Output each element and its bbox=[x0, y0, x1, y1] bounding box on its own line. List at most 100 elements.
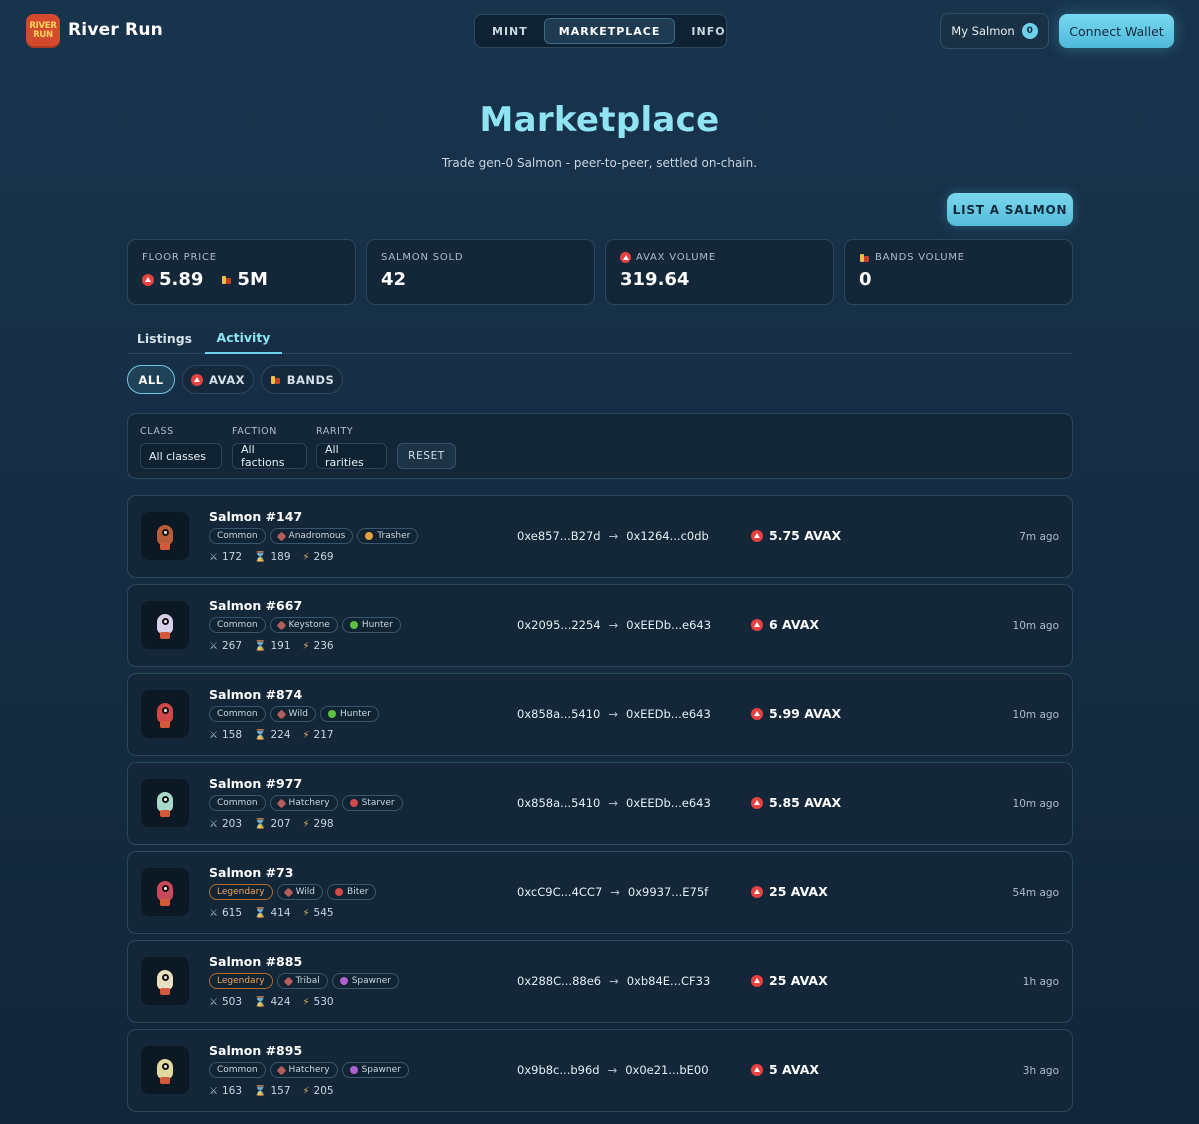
salmon-stats: ⚔ 615 ⌛ 414 ⚡ 545 bbox=[209, 907, 334, 919]
activity-row[interactable]: Salmon #73 Legendary Wild Biter ⚔ 615 ⌛ 414 ⚡ 545… bbox=[127, 851, 1073, 934]
avax-icon bbox=[751, 529, 763, 542]
activity-row[interactable]: Salmon #874 Common Wild Hunter ⚔ 158 ⌛ 224 ⚡ 217 0… bbox=[127, 673, 1073, 756]
filter-all-chip[interactable]: ALL bbox=[127, 365, 175, 394]
filter-bands-chip[interactable]: BANDS bbox=[261, 365, 343, 394]
faction-label: Hatchery bbox=[288, 798, 330, 808]
nav-marketplace[interactable]: MARKETPLACE bbox=[543, 18, 676, 44]
to-address[interactable]: 0xEEDb...e643 bbox=[626, 796, 711, 810]
to-address[interactable]: 0x1264...c0db bbox=[626, 529, 709, 543]
to-address[interactable]: 0x0e21...bE00 bbox=[625, 1063, 708, 1077]
salmon-avatar[interactable] bbox=[141, 779, 189, 827]
salmon-name[interactable]: Salmon #667 bbox=[209, 598, 302, 613]
filter-avax-label: AVAX bbox=[208, 372, 245, 387]
to-address[interactable]: 0xEEDb...e643 bbox=[626, 707, 711, 721]
reset-filters-button[interactable]: RESET bbox=[397, 443, 456, 469]
activity-row[interactable]: Salmon #895 Common Hatchery Spawner ⚔ 163 ⌛ 157… bbox=[127, 1029, 1073, 1112]
salmon-avatar[interactable] bbox=[141, 1046, 189, 1094]
faction-filter-select[interactable]: All factions bbox=[232, 443, 307, 469]
salmon-stats: ⚔ 503 ⌛ 424 ⚡ 530 bbox=[209, 996, 334, 1008]
main-nav: MINT MARKETPLACE INFO bbox=[474, 14, 727, 48]
arrow-right-icon: → bbox=[609, 974, 619, 988]
to-address[interactable]: 0x9937...E75f bbox=[628, 885, 708, 899]
sale-time: 10m ago bbox=[1012, 620, 1059, 632]
nav-mint[interactable]: MINT bbox=[478, 18, 542, 44]
energy-stat: ⚡ 217 bbox=[303, 729, 334, 741]
bands-icon bbox=[270, 374, 281, 385]
hourglass-icon: ⌛ bbox=[254, 729, 267, 741]
time-value: 414 bbox=[270, 907, 291, 919]
faction-filter-label: FACTION bbox=[232, 426, 277, 437]
rarity-filter-select[interactable]: All rarities bbox=[316, 443, 387, 469]
salmon-name[interactable]: Salmon #874 bbox=[209, 687, 302, 702]
attack-stat: ⚔ 503 bbox=[209, 996, 242, 1008]
faction-icon bbox=[276, 709, 286, 719]
from-address[interactable]: 0xcC9C...4CC7 bbox=[517, 885, 602, 899]
salmon-tags: Legendary Tribal Spawner bbox=[209, 973, 399, 989]
sale-time: 3h ago bbox=[1022, 1065, 1059, 1077]
list-a-salmon-button[interactable]: LIST A SALMON bbox=[947, 193, 1073, 226]
attack-value: 158 bbox=[221, 729, 243, 741]
salmon-avatar[interactable] bbox=[141, 512, 189, 560]
rarity-tag: Common bbox=[209, 617, 266, 633]
swords-icon: ⚔ bbox=[209, 996, 218, 1008]
lightning-icon: ⚡ bbox=[302, 996, 310, 1008]
bands-icon bbox=[859, 252, 870, 263]
sale-price: 5.99 AVAX bbox=[751, 706, 841, 721]
salmon-name[interactable]: Salmon #977 bbox=[209, 776, 302, 791]
hourglass-icon: ⌛ bbox=[254, 818, 267, 830]
salmon-avatar[interactable] bbox=[141, 601, 189, 649]
from-address[interactable]: 0xe857...B27d bbox=[517, 529, 601, 543]
faction-tag: Tribal bbox=[276, 973, 328, 989]
salmon-name[interactable]: Salmon #73 bbox=[209, 865, 293, 880]
salmon-avatar[interactable] bbox=[141, 690, 189, 738]
energy-stat: ⚡ 236 bbox=[303, 640, 334, 652]
hourglass-icon: ⌛ bbox=[254, 1085, 267, 1097]
my-salmon-button[interactable]: My Salmon 0 bbox=[940, 13, 1049, 49]
energy-stat: ⚡ 530 bbox=[303, 996, 334, 1008]
avax-volume-card: AVAX VOLUME 319.64 bbox=[605, 239, 834, 305]
salmon-name[interactable]: Salmon #895 bbox=[209, 1043, 302, 1058]
activity-row[interactable]: Salmon #667 Common Keystone Hunter ⚔ 267 ⌛ 191 ⚡… bbox=[127, 584, 1073, 667]
attack-value: 615 bbox=[221, 907, 243, 919]
from-address[interactable]: 0x2095...2254 bbox=[517, 618, 601, 632]
salmon-sold-card: SALMON SOLD 42 bbox=[366, 239, 595, 305]
hourglass-icon: ⌛ bbox=[254, 551, 267, 563]
river-run-logo[interactable]: RIVER RUN bbox=[26, 14, 60, 48]
arrow-right-icon: → bbox=[608, 618, 619, 632]
transfer-addresses: 0xe857...B27d → 0x1264...c0db bbox=[517, 529, 709, 543]
to-address[interactable]: 0xEEDb...e643 bbox=[626, 618, 711, 632]
from-address[interactable]: 0x858a...5410 bbox=[517, 707, 600, 721]
class-icon bbox=[349, 1066, 358, 1074]
tab-listings[interactable]: Listings bbox=[127, 322, 202, 354]
nav-info[interactable]: INFO bbox=[677, 18, 739, 44]
connect-wallet-button[interactable]: Connect Wallet bbox=[1059, 14, 1174, 48]
from-address[interactable]: 0x288C...88e6 bbox=[517, 974, 601, 988]
class-tag: Hunter bbox=[341, 617, 401, 633]
activity-row[interactable]: Salmon #885 Legendary Tribal Spawner ⚔ 503 ⌛ 42… bbox=[127, 940, 1073, 1023]
salmon-sprite bbox=[153, 699, 177, 729]
swords-icon: ⚔ bbox=[209, 729, 218, 741]
salmon-name[interactable]: Salmon #885 bbox=[209, 954, 302, 969]
tab-activity[interactable]: Activity bbox=[205, 322, 282, 354]
to-address[interactable]: 0xb84E...CF33 bbox=[627, 974, 711, 988]
salmon-stats: ⚔ 163 ⌛ 157 ⚡ 205 bbox=[209, 1085, 334, 1097]
energy-value: 236 bbox=[313, 640, 334, 652]
class-filter-select[interactable]: All classes bbox=[140, 443, 222, 469]
filter-avax-chip[interactable]: AVAX bbox=[182, 365, 254, 394]
time-value: 157 bbox=[270, 1085, 291, 1097]
floor-price-card: FLOOR PRICE 5.89 5M bbox=[127, 239, 356, 305]
from-address[interactable]: 0x9b8c...b96d bbox=[517, 1063, 600, 1077]
salmon-avatar[interactable] bbox=[141, 868, 189, 916]
from-address[interactable]: 0x858a...5410 bbox=[517, 796, 600, 810]
time-stat: ⌛ 424 bbox=[254, 996, 291, 1008]
activity-row[interactable]: Salmon #147 Common Anadromous Trasher ⚔ 172 ⌛ 1… bbox=[127, 495, 1073, 578]
time-stat: ⌛ 224 bbox=[254, 729, 291, 741]
salmon-name[interactable]: Salmon #147 bbox=[209, 509, 302, 524]
class-tag: Biter bbox=[327, 884, 377, 900]
activity-row[interactable]: Salmon #977 Common Hatchery Starver ⚔ 203 ⌛ 207… bbox=[127, 762, 1073, 845]
brand-name[interactable]: River Run bbox=[68, 20, 163, 40]
energy-stat: ⚡ 205 bbox=[303, 1085, 334, 1097]
salmon-avatar[interactable] bbox=[141, 957, 189, 1005]
faction-tag: Anadromous bbox=[269, 528, 354, 544]
salmon-sprite bbox=[153, 1055, 177, 1085]
